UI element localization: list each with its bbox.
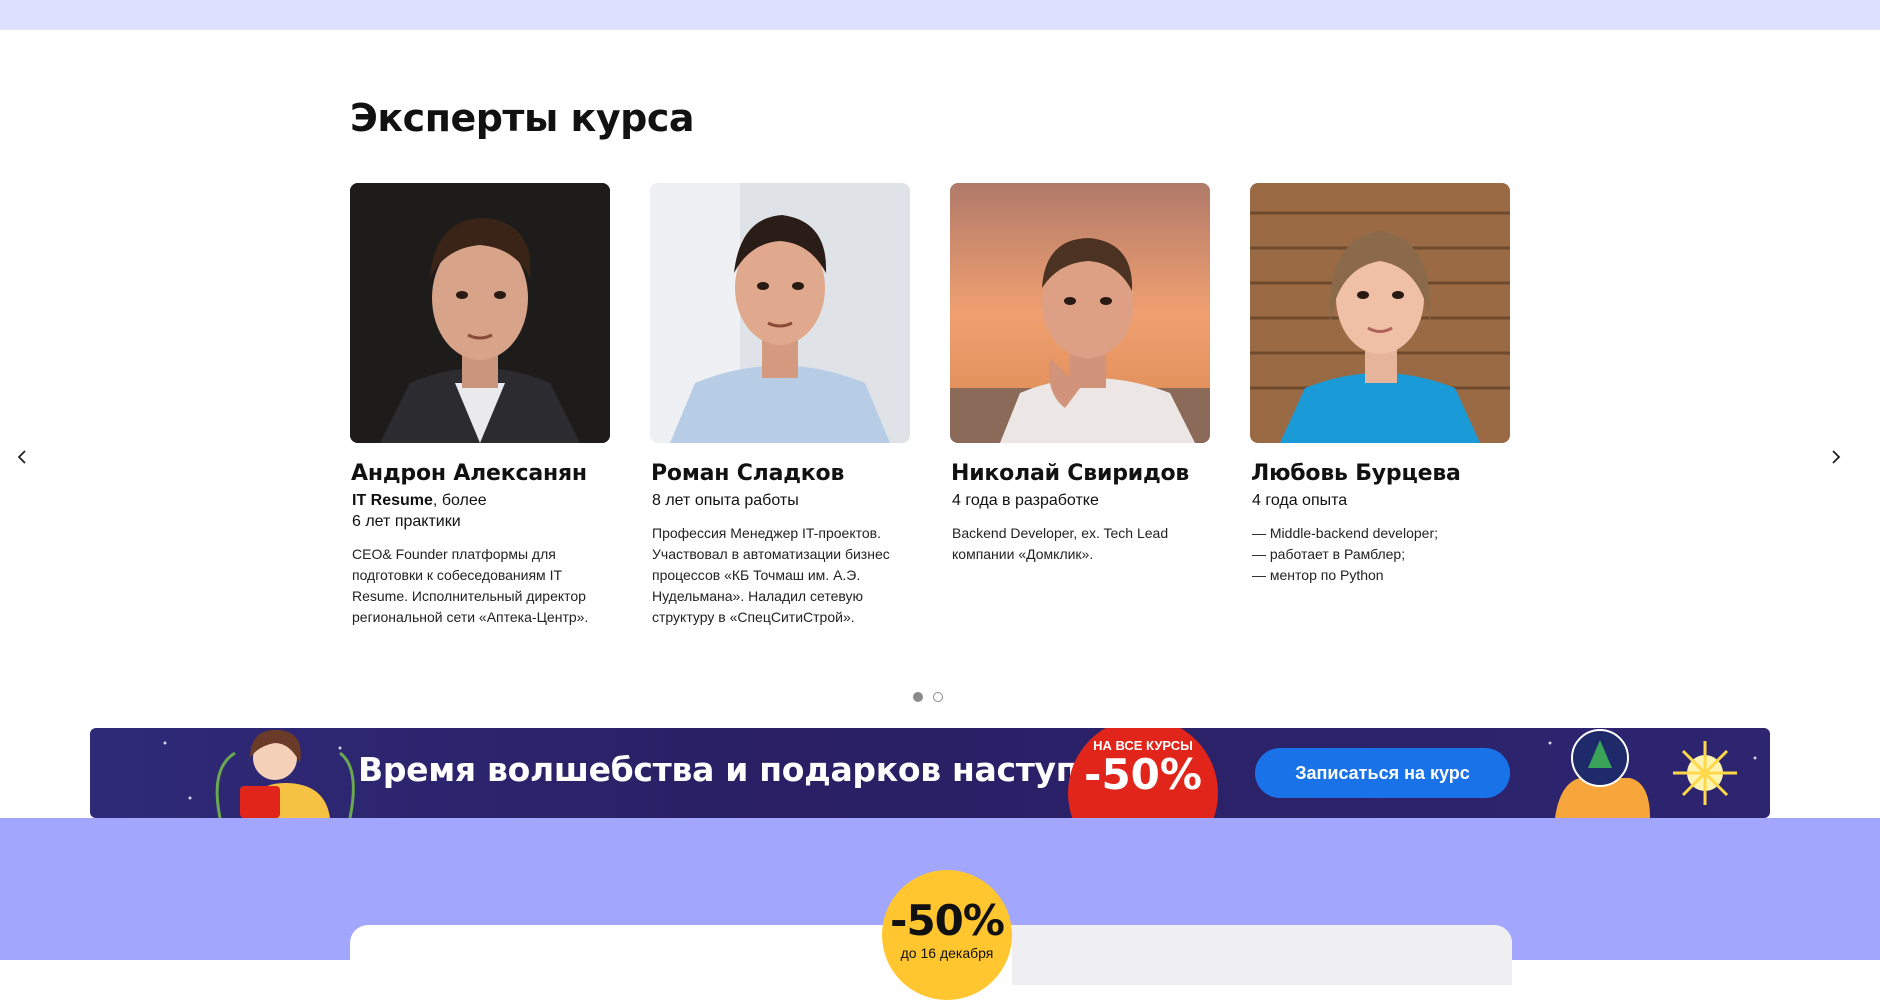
- expert-card: Николай Свиридов 4 года в разработке Bac…: [950, 183, 1212, 565]
- expert-photo: [650, 183, 910, 443]
- expert-card: Андрон Алексанян IT Resume, более 6 лет п…: [350, 183, 612, 628]
- promo-banner[interactable]: Время волшебства и подарков наступило! Н…: [90, 728, 1770, 818]
- snow-globe-illustration: [1548, 729, 1757, 818]
- chevron-left-icon: [17, 450, 26, 464]
- girl-with-gift-illustration: [163, 729, 355, 818]
- expert-experience: IT Resume, более 6 лет практики: [352, 492, 487, 530]
- expert-description: Профессия Менеджер IT-проектов. Участвов…: [652, 525, 890, 625]
- expert-name: Андрон Алексанян: [351, 461, 587, 486]
- expert-card: Любовь Бурцева 4 года опыта — Middle-bac…: [1250, 183, 1512, 586]
- carousel-pagination: [913, 692, 943, 702]
- section-title: Эксперты курса: [350, 96, 694, 140]
- expert-photo: [1250, 183, 1510, 443]
- discount-circle: -50% до 16 декабря: [882, 870, 1012, 1000]
- expert-experience: 4 года в разработке: [952, 492, 1099, 509]
- expert-description: — Middle-backend developer; — работает в…: [1252, 525, 1438, 583]
- promo-text: Время волшебства и подарков наступило!: [358, 750, 1163, 789]
- expert-card: Роман Сладков 8 лет опыта работы Професс…: [650, 183, 912, 628]
- carousel-dot-2[interactable]: [933, 692, 943, 702]
- expert-experience: 8 лет опыта работы: [652, 492, 799, 509]
- carousel-next-button[interactable]: [1824, 445, 1848, 469]
- enroll-button[interactable]: Записаться на курс: [1255, 748, 1510, 798]
- carousel-dot-1[interactable]: [913, 692, 923, 702]
- expert-name: Роман Сладков: [651, 461, 845, 486]
- top-strip: [0, 0, 1880, 30]
- chevron-right-icon: [1832, 450, 1841, 464]
- price-card-panel: [1012, 925, 1512, 985]
- carousel-prev-button[interactable]: [10, 445, 34, 469]
- expert-description: Backend Developer, ex. Tech Lead компани…: [952, 525, 1169, 562]
- expert-experience: 4 года опыта: [1252, 492, 1348, 509]
- promo-discount-badge: НА ВСЕ КУРСЫ -50%: [1068, 728, 1218, 818]
- expert-name: Любовь Бурцева: [1251, 461, 1461, 486]
- expert-name: Николай Свиридов: [951, 461, 1190, 486]
- expert-photo: [350, 183, 610, 443]
- expert-photo: [950, 183, 1210, 443]
- expert-description: CEO& Founder платформы для подготовки к …: [352, 546, 589, 625]
